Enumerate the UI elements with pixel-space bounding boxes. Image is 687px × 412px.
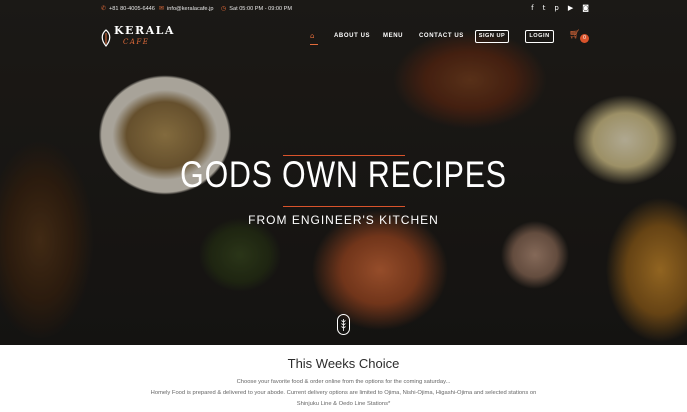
title-bottom-rule [283, 206, 405, 207]
hours-info: ◷ Sat 05:00 PM - 09:00 PM [221, 5, 292, 12]
facebook-icon[interactable]: f [531, 3, 533, 13]
clock-icon: ◷ [221, 6, 227, 12]
envelope-icon: ✉ [159, 6, 165, 12]
weekly-choice-section: This Weeks Choice Choose your favorite f… [0, 345, 687, 412]
hours-text: Sat 05:00 PM - 09:00 PM [229, 6, 293, 12]
signup-button[interactable]: SIGN UP [475, 30, 509, 43]
pinterest-icon[interactable]: p [554, 3, 558, 13]
social-links: f t p ▶ ◙ [531, 3, 589, 13]
phone-text: +81 80-4005-6446 [109, 6, 155, 12]
hero-subtitle: FROM ENGINEER'S KITCHEN [248, 213, 439, 227]
main-nav: ⌂ ABOUT US MENU CONTACT US SIGN UP LOGIN… [0, 30, 687, 46]
nav-about-us[interactable]: ABOUT US [334, 33, 370, 39]
home-icon[interactable]: ⌂ [310, 32, 314, 40]
email-info[interactable]: ✉ info@keralacafe.jp [159, 5, 213, 12]
youtube-icon[interactable]: ▶ [568, 3, 573, 13]
phone-icon: ✆ [101, 6, 107, 12]
email-text[interactable]: info@keralacafe.jp [167, 6, 213, 12]
phone-info: ✆ +81 80-4005-6446 [101, 5, 155, 12]
section-text-line2: Homely Food is prepared & delivered to y… [150, 390, 537, 396]
login-button[interactable]: LOGIN [525, 30, 554, 43]
top-info-bar: ✆ +81 80-4005-6446 ✉ info@keralacafe.jp ◷ S… [0, 0, 687, 18]
instagram-icon[interactable]: ◙ [582, 3, 589, 13]
section-text-line3: Shinjuku Line & Oedo Line Stations* [296, 401, 391, 407]
scroll-down-icon[interactable] [337, 314, 350, 335]
section-title: This Weeks Choice [287, 356, 400, 371]
section-text-line1: Choose your favorite food & order online… [236, 379, 451, 385]
hero-title: GODS OWN RECIPES [180, 154, 507, 195]
cart-icon[interactable]: 🛒︎ [569, 30, 580, 40]
cart-count-badge: 0 [580, 34, 589, 43]
nav-contact-us[interactable]: CONTACT US [419, 33, 464, 39]
nav-menu[interactable]: MENU [383, 33, 403, 39]
twitter-icon[interactable]: t [543, 3, 546, 13]
active-indicator [310, 44, 318, 45]
